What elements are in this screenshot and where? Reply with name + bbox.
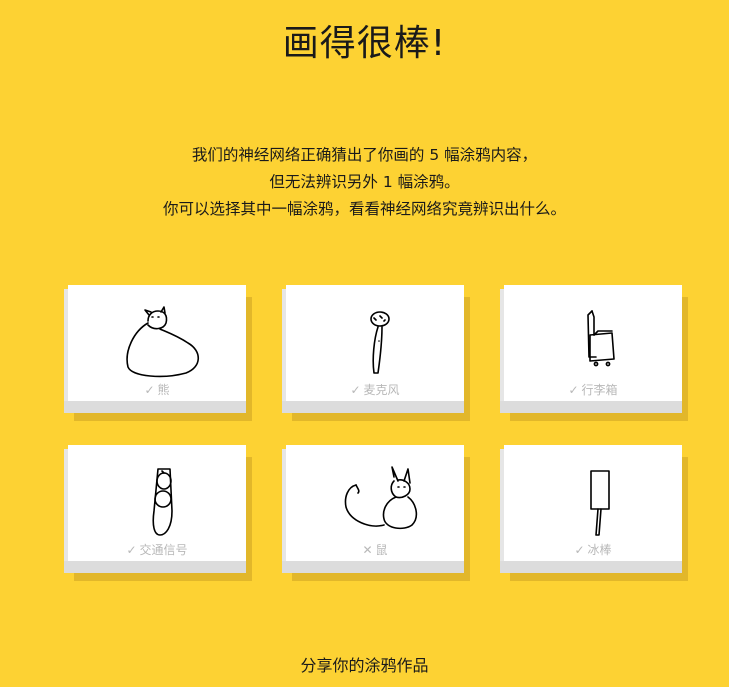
drawing-label-text: 熊 (157, 383, 170, 397)
drawing-label: ✓ 熊 (68, 381, 246, 398)
card-edge (282, 401, 464, 413)
result-message-line-3: 你可以选择其中一幅涂鸦，看看神经网络究竟辨识出什么。 (162, 200, 566, 218)
drawing-card-bear[interactable]: ✓ 熊 (64, 285, 252, 421)
drawing-card-microphone[interactable]: ✓ 麦克风 (282, 285, 470, 421)
drawing-label-text: 行李箱 (581, 383, 618, 397)
card-edge (282, 561, 464, 573)
drawing-label-text: 麦克风 (363, 383, 400, 397)
drawing-card-traffic-light[interactable]: ✓ 交通信号 (64, 445, 252, 581)
cross-icon: ✕ (362, 543, 373, 557)
check-icon: ✓ (126, 543, 137, 557)
result-message: 我们的神经网络正确猜出了你画的 5 幅涂鸦内容， 但无法辨识另外 1 幅涂鸦。 … (0, 142, 729, 223)
card-edge (500, 561, 682, 573)
page-title: 画得很棒! (282, 23, 447, 64)
drawing-label: ✕ 鼠 (286, 541, 464, 558)
check-icon: ✓ (568, 383, 579, 397)
check-icon: ✓ (350, 383, 361, 397)
drawing-label: ✓ 麦克风 (286, 381, 464, 398)
drawing-label-text: 鼠 (375, 543, 388, 557)
share-drawings-link[interactable]: 分享你的涂鸦作品 (0, 652, 729, 676)
check-icon: ✓ (144, 383, 155, 397)
drawing-label-text: 交通信号 (139, 543, 188, 557)
drawing-card-mouse[interactable]: ✕ 鼠 (282, 445, 470, 581)
card-edge (64, 401, 246, 413)
drawing-card-popsicle[interactable]: ✓ 冰棒 (500, 445, 688, 581)
drawing-label: ✓ 交通信号 (68, 541, 246, 558)
result-message-line-1: 我们的神经网络正确猜出了你画的 5 幅涂鸦内容， (191, 146, 538, 164)
drawing-label-text: 冰棒 (587, 543, 612, 557)
card-edge (500, 401, 682, 413)
drawing-card-suitcase[interactable]: ✓ 行李箱 (500, 285, 688, 421)
check-icon: ✓ (574, 543, 585, 557)
card-edge (64, 561, 246, 573)
result-message-line-2: 但无法辨识另外 1 幅涂鸦。 (269, 173, 460, 191)
drawing-label: ✓ 冰棒 (504, 541, 682, 558)
drawing-label: ✓ 行李箱 (504, 381, 682, 398)
